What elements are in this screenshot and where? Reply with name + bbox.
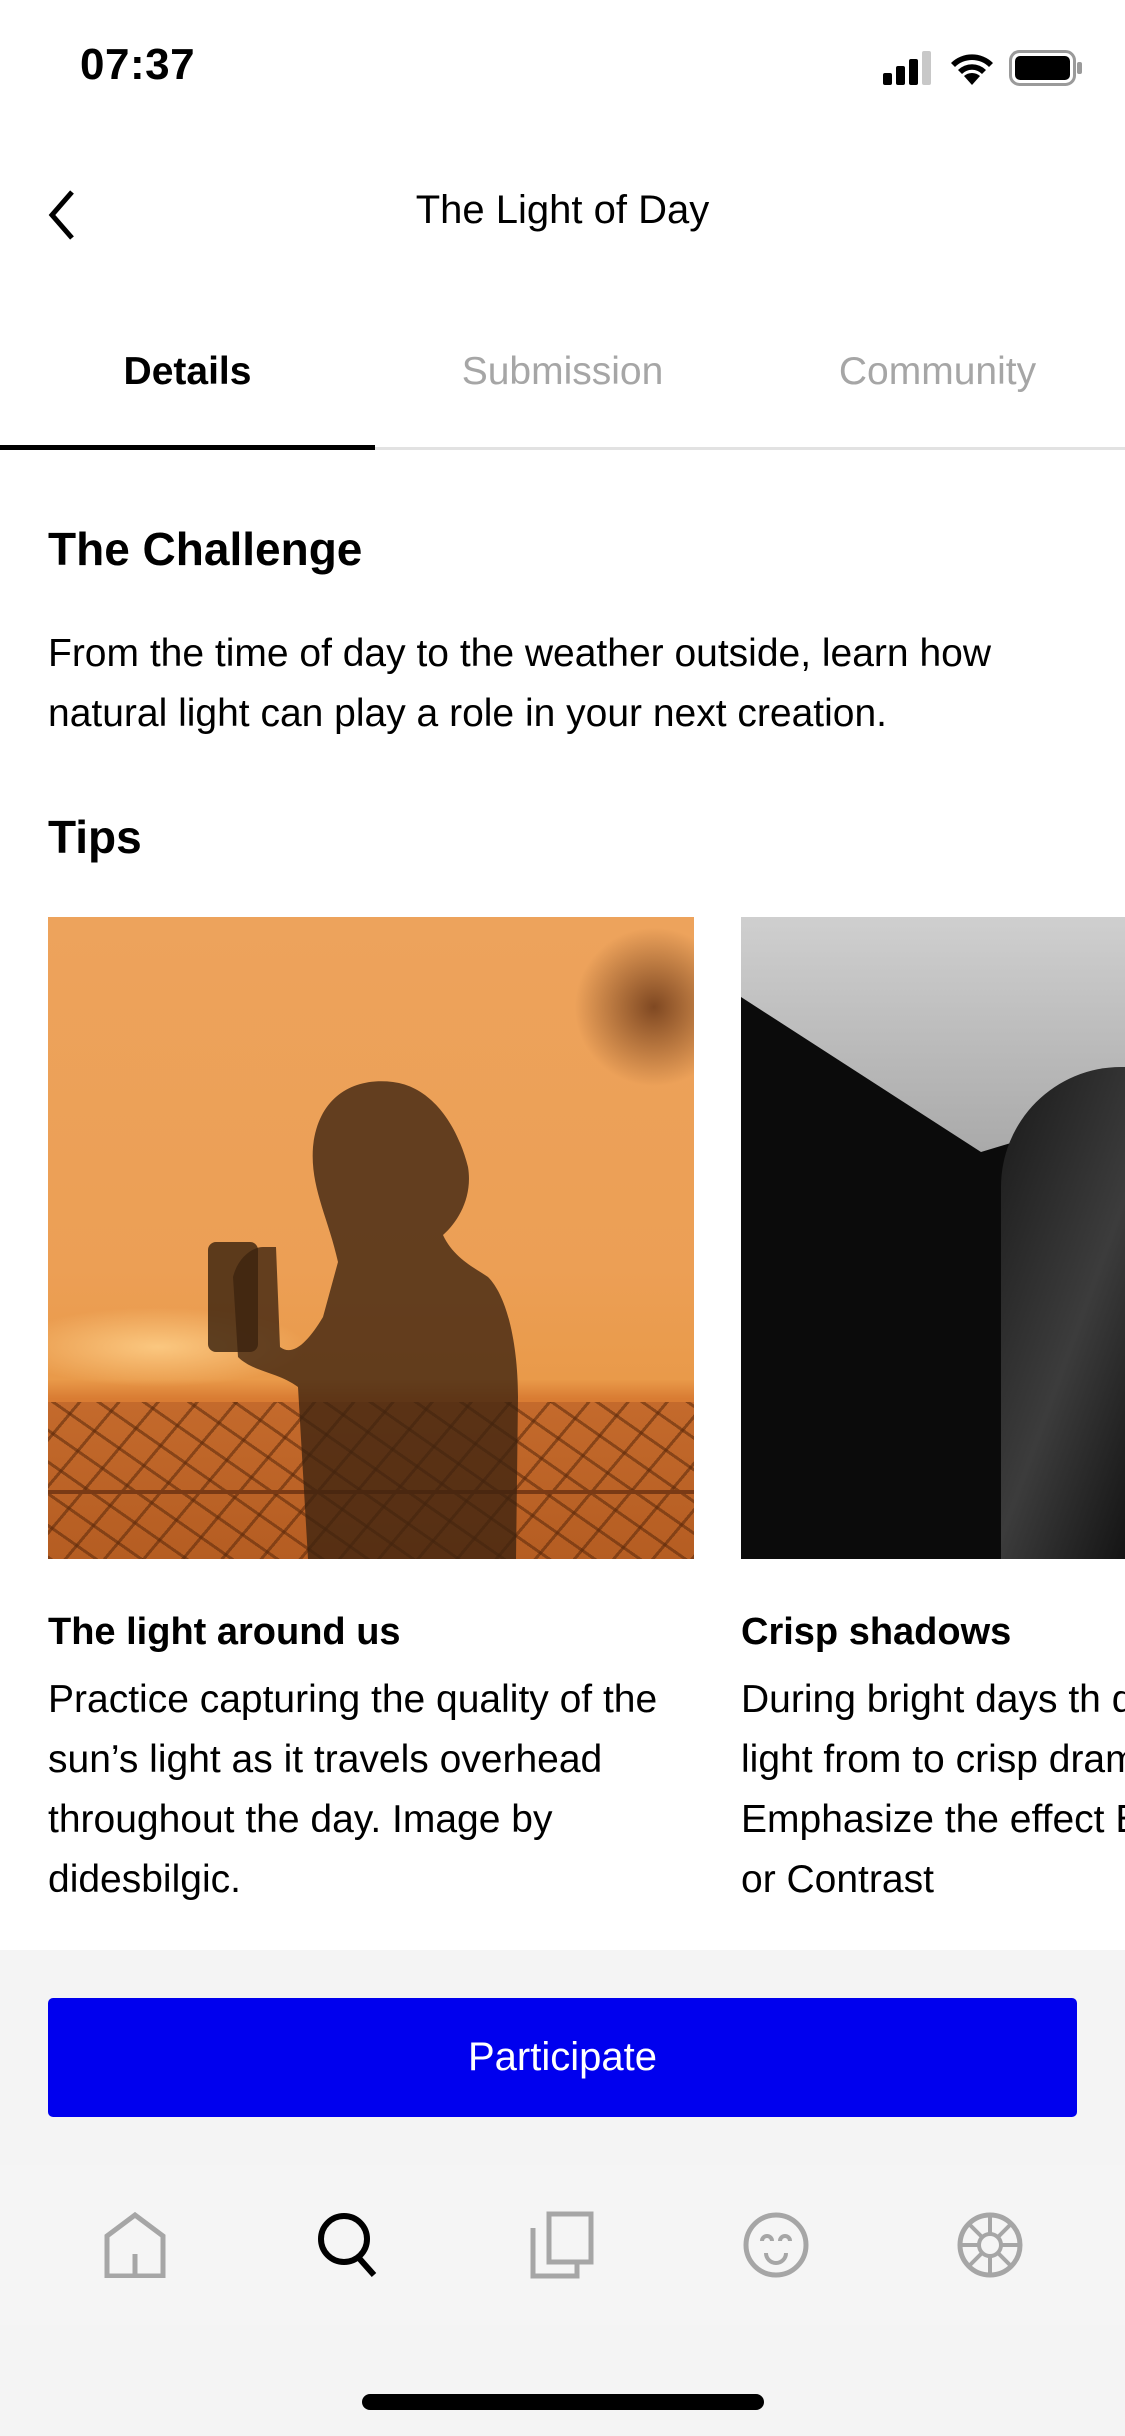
tab-home[interactable] xyxy=(75,2185,195,2305)
tip-title: Crisp shadows xyxy=(741,1611,1012,1653)
participate-button[interactable]: Participate xyxy=(48,1998,1077,2117)
tip-title: The light around us xyxy=(48,1611,401,1653)
silhouette-on-orange-wall-photo xyxy=(48,917,694,1559)
tab-gallery[interactable] xyxy=(502,2185,622,2305)
home-icon xyxy=(104,2212,166,2278)
tip-description: During bright days th directional light … xyxy=(741,1678,1125,1901)
tab-submission[interactable]: Submission xyxy=(375,340,750,450)
tip-description: Practice capturing the quality of the su… xyxy=(48,1678,658,1901)
battery-icon xyxy=(1009,50,1082,86)
home-indicator xyxy=(362,2394,764,2410)
search-icon xyxy=(317,2213,376,2277)
tab-details[interactable]: Details xyxy=(0,340,375,450)
person-in-leather-jacket-photo xyxy=(741,917,1125,1559)
challenge-heading: The Challenge xyxy=(48,523,363,575)
gallery-icon xyxy=(530,2211,594,2279)
tips-heading: Tips xyxy=(48,811,142,863)
tip-card[interactable]: The light around us Practice capturing t… xyxy=(48,917,694,1910)
status-time: 07:37 xyxy=(80,40,196,89)
challenge-description: From the time of day to the weather outs… xyxy=(48,632,991,735)
tab-bar-top: Details Submission Community xyxy=(0,340,1125,450)
active-tab-indicator xyxy=(0,445,375,450)
cellular-signal-icon xyxy=(883,51,931,85)
page-title: The Light of Day xyxy=(415,188,710,232)
smiley-icon xyxy=(743,2212,809,2278)
wheel-icon xyxy=(957,2212,1023,2278)
tab-profile[interactable] xyxy=(930,2185,1050,2305)
status-icons xyxy=(883,50,1083,86)
tab-activity[interactable] xyxy=(716,2185,836,2305)
tab-search[interactable] xyxy=(289,2185,409,2305)
tab-community[interactable]: Community xyxy=(750,340,1125,450)
wifi-icon xyxy=(951,54,993,85)
tip-card[interactable]: Crisp shadows During bright days th dire… xyxy=(741,917,1125,1920)
bottom-tab-bar xyxy=(0,2165,1125,2325)
